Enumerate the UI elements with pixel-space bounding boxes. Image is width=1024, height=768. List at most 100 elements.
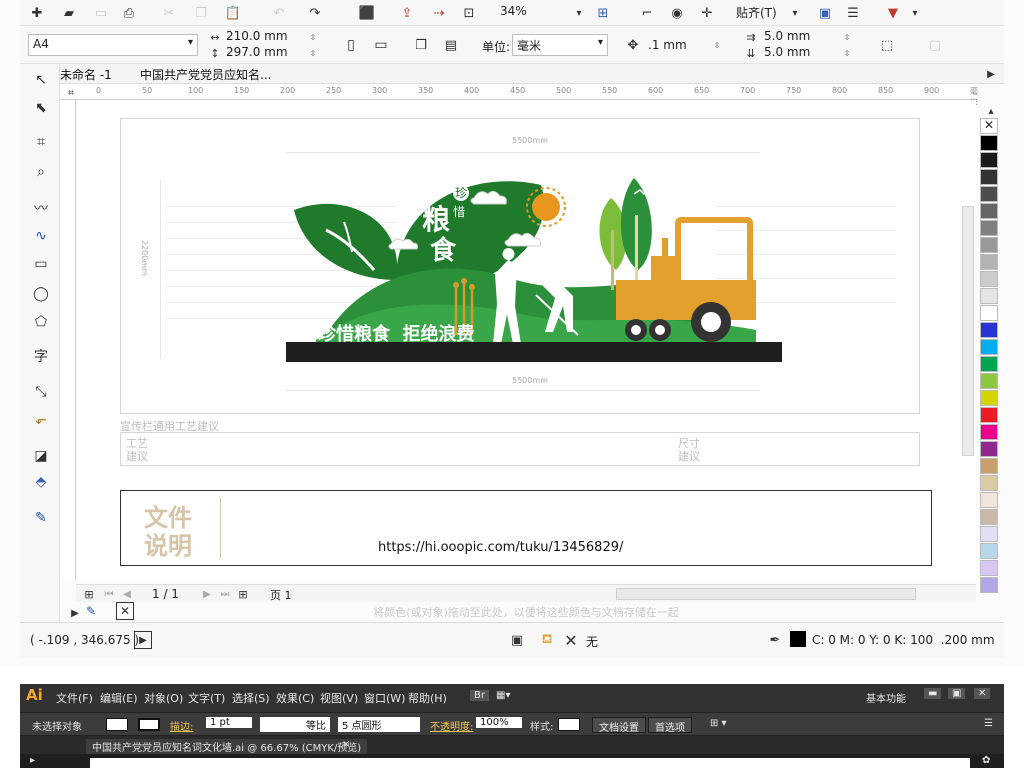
color-swatch[interactable] bbox=[980, 220, 998, 236]
new-document-icon[interactable]: ✚ bbox=[28, 4, 46, 22]
export-icon[interactable]: ⇪ bbox=[398, 4, 416, 22]
save-icon[interactable]: ▭ bbox=[92, 4, 110, 22]
color-swatch[interactable] bbox=[980, 390, 998, 406]
document-setup-button[interactable]: 文档设置 bbox=[592, 717, 646, 734]
page-width-field[interactable]: 210.0 mm bbox=[226, 29, 288, 43]
horizontal-scrollbar[interactable] bbox=[616, 588, 916, 600]
pdf-icon[interactable]: ⊡ bbox=[460, 4, 478, 22]
maximize-icon[interactable]: ▣ bbox=[948, 688, 966, 699]
tab-scroll-right-icon[interactable]: ▶ bbox=[982, 65, 1000, 83]
ai-document-tab[interactable]: 中国共产党党员应知名词文化墙.ai @ 66.67% (CMYK/预览) bbox=[86, 739, 368, 754]
ai-menu-item[interactable]: 窗口(W) bbox=[364, 690, 405, 706]
ai-menu-item[interactable]: 文字(T) bbox=[188, 690, 225, 706]
prev-page-icon[interactable]: ◀ bbox=[118, 585, 136, 603]
page-size-select[interactable]: A4 bbox=[28, 34, 198, 56]
opacity-field[interactable]: 100% bbox=[476, 717, 522, 728]
color-swatch[interactable] bbox=[980, 424, 998, 440]
ai-close-tab-icon[interactable]: × bbox=[342, 739, 350, 750]
color-swatch[interactable] bbox=[980, 237, 998, 253]
open-folder-icon[interactable]: ▰ bbox=[60, 4, 78, 22]
color-swatch[interactable] bbox=[980, 305, 998, 321]
options-icon[interactable]: ▣ bbox=[816, 4, 834, 22]
view-icon[interactable]: ◉ bbox=[668, 4, 686, 22]
snap-dropdown-icon[interactable]: ▾ bbox=[786, 4, 804, 22]
ai-menu-item[interactable]: 帮助(H) bbox=[408, 690, 447, 706]
outline-pen-icon[interactable]: ✒ bbox=[766, 631, 784, 649]
add-page-before-icon[interactable]: ⊞ bbox=[80, 585, 98, 603]
vertical-scrollbar[interactable] bbox=[962, 206, 974, 456]
undo-icon[interactable]: ↶ bbox=[270, 4, 288, 22]
text-tool-icon[interactable]: 字 bbox=[30, 346, 52, 366]
color-proof-icon[interactable]: ▣ bbox=[508, 631, 526, 649]
rulers-icon[interactable]: ⌐ bbox=[638, 4, 656, 22]
ellipse-tool-icon[interactable]: ◯ bbox=[30, 286, 52, 306]
first-page-icon[interactable]: ⏮ bbox=[100, 585, 118, 603]
page-options-icon[interactable]: ▢ bbox=[926, 36, 944, 54]
color-swatch[interactable] bbox=[980, 271, 998, 287]
color-swatch[interactable] bbox=[980, 475, 998, 491]
redo-icon[interactable]: ↷ bbox=[306, 4, 324, 22]
connector-tool-icon[interactable]: ⬐ bbox=[30, 412, 52, 432]
color-swatch[interactable] bbox=[980, 526, 998, 542]
color-swatch[interactable] bbox=[980, 407, 998, 423]
ai-selection-tool-icon[interactable]: ▸ bbox=[30, 755, 35, 766]
launch-dropdown-icon[interactable]: ▾ bbox=[906, 4, 924, 22]
align-icon[interactable]: ☰ bbox=[844, 4, 862, 22]
artistic-media-icon[interactable]: ∿ bbox=[30, 228, 52, 248]
ai-menu-item[interactable]: 对象(O) bbox=[144, 690, 183, 706]
page-height-field[interactable]: 297.0 mm bbox=[226, 45, 288, 59]
nudge-spin-icon[interactable]: ⇕ bbox=[708, 36, 726, 54]
variable-width-profile[interactable]: 等比 bbox=[260, 717, 330, 732]
color-swatch[interactable] bbox=[980, 458, 998, 474]
crop-tool-icon[interactable]: ⌗ bbox=[30, 134, 52, 154]
color-swatch[interactable] bbox=[980, 509, 998, 525]
drop-shadow-tool-icon[interactable]: ◪ bbox=[30, 448, 52, 468]
page-tab[interactable]: 页 1 bbox=[270, 587, 292, 603]
preferences-button[interactable]: 首选项 bbox=[648, 717, 692, 734]
rectangle-tool-icon[interactable]: ▭ bbox=[30, 256, 52, 276]
color-swatch[interactable] bbox=[980, 577, 998, 593]
palette-eyedropper-icon[interactable]: ✎ bbox=[82, 602, 100, 620]
color-swatch[interactable] bbox=[980, 186, 998, 202]
drawing-canvas[interactable]: 5500mm 5500mm 2200mm 粮 食 珍 惜 珍惜粮食 拒绝浪费 宣… bbox=[76, 100, 976, 580]
color-swatch[interactable] bbox=[980, 203, 998, 219]
zoom-dropdown-icon[interactable]: ▾ bbox=[570, 4, 588, 22]
unit-select[interactable]: 毫米 bbox=[512, 34, 608, 56]
brush-definition[interactable]: 5 点圆形 bbox=[338, 717, 420, 732]
copy-icon[interactable]: ❐ bbox=[192, 4, 210, 22]
portrait-icon[interactable]: ▯ bbox=[342, 36, 360, 54]
ai-menu-item[interactable]: 选择(S) bbox=[232, 690, 270, 706]
minimize-icon[interactable]: ▬ bbox=[924, 688, 942, 699]
graphic-style-swatch[interactable] bbox=[558, 718, 580, 731]
color-swatch[interactable] bbox=[980, 560, 998, 576]
freehand-tool-icon[interactable]: 〰 bbox=[30, 198, 52, 218]
ai-menu-item[interactable]: 效果(C) bbox=[276, 690, 314, 706]
eyedropper-tool-icon[interactable]: ✎ bbox=[30, 510, 52, 530]
ai-color-panel-icon[interactable]: ✿ bbox=[982, 755, 990, 766]
palette-up-icon[interactable]: ▴ bbox=[982, 102, 1000, 120]
tab-untitled[interactable]: 未命名 -1 bbox=[60, 66, 112, 83]
last-page-icon[interactable]: ⏭ bbox=[216, 585, 234, 603]
guides-icon[interactable]: ✛ bbox=[698, 4, 716, 22]
stroke-weight-field[interactable]: 1 pt bbox=[206, 717, 252, 728]
stroke-label[interactable]: 描边: bbox=[170, 718, 193, 733]
snap-to-menu[interactable]: 贴齐(T) bbox=[736, 4, 777, 21]
source-url[interactable]: https://hi.ooopic.com/tuku/13456829/ bbox=[378, 540, 623, 555]
full-screen-icon[interactable]: ⊞ bbox=[594, 4, 612, 22]
print-icon[interactable]: ⎙ bbox=[120, 4, 138, 22]
panel-menu-icon[interactable]: ☰ bbox=[984, 718, 993, 729]
color-swatch[interactable] bbox=[980, 339, 998, 355]
launch-icon[interactable]: ▼ bbox=[884, 4, 902, 22]
next-page-icon[interactable]: ▶ bbox=[198, 585, 216, 603]
transparency-tool-icon[interactable]: ⬘ bbox=[30, 474, 52, 494]
color-swatch[interactable] bbox=[980, 543, 998, 559]
ai-menu-item[interactable]: 编辑(E) bbox=[100, 690, 138, 706]
shape-tool-icon[interactable]: ⬉ bbox=[30, 100, 52, 120]
import-icon[interactable]: ⬛ bbox=[358, 4, 376, 22]
color-swatch[interactable] bbox=[980, 441, 998, 457]
opacity-label[interactable]: 不透明度: bbox=[430, 718, 473, 733]
color-swatch[interactable] bbox=[980, 356, 998, 372]
align-options-icon[interactable]: ⊞ ▾ bbox=[710, 718, 727, 729]
color-swatch[interactable] bbox=[980, 288, 998, 304]
landscape-icon[interactable]: ▭ bbox=[372, 36, 390, 54]
